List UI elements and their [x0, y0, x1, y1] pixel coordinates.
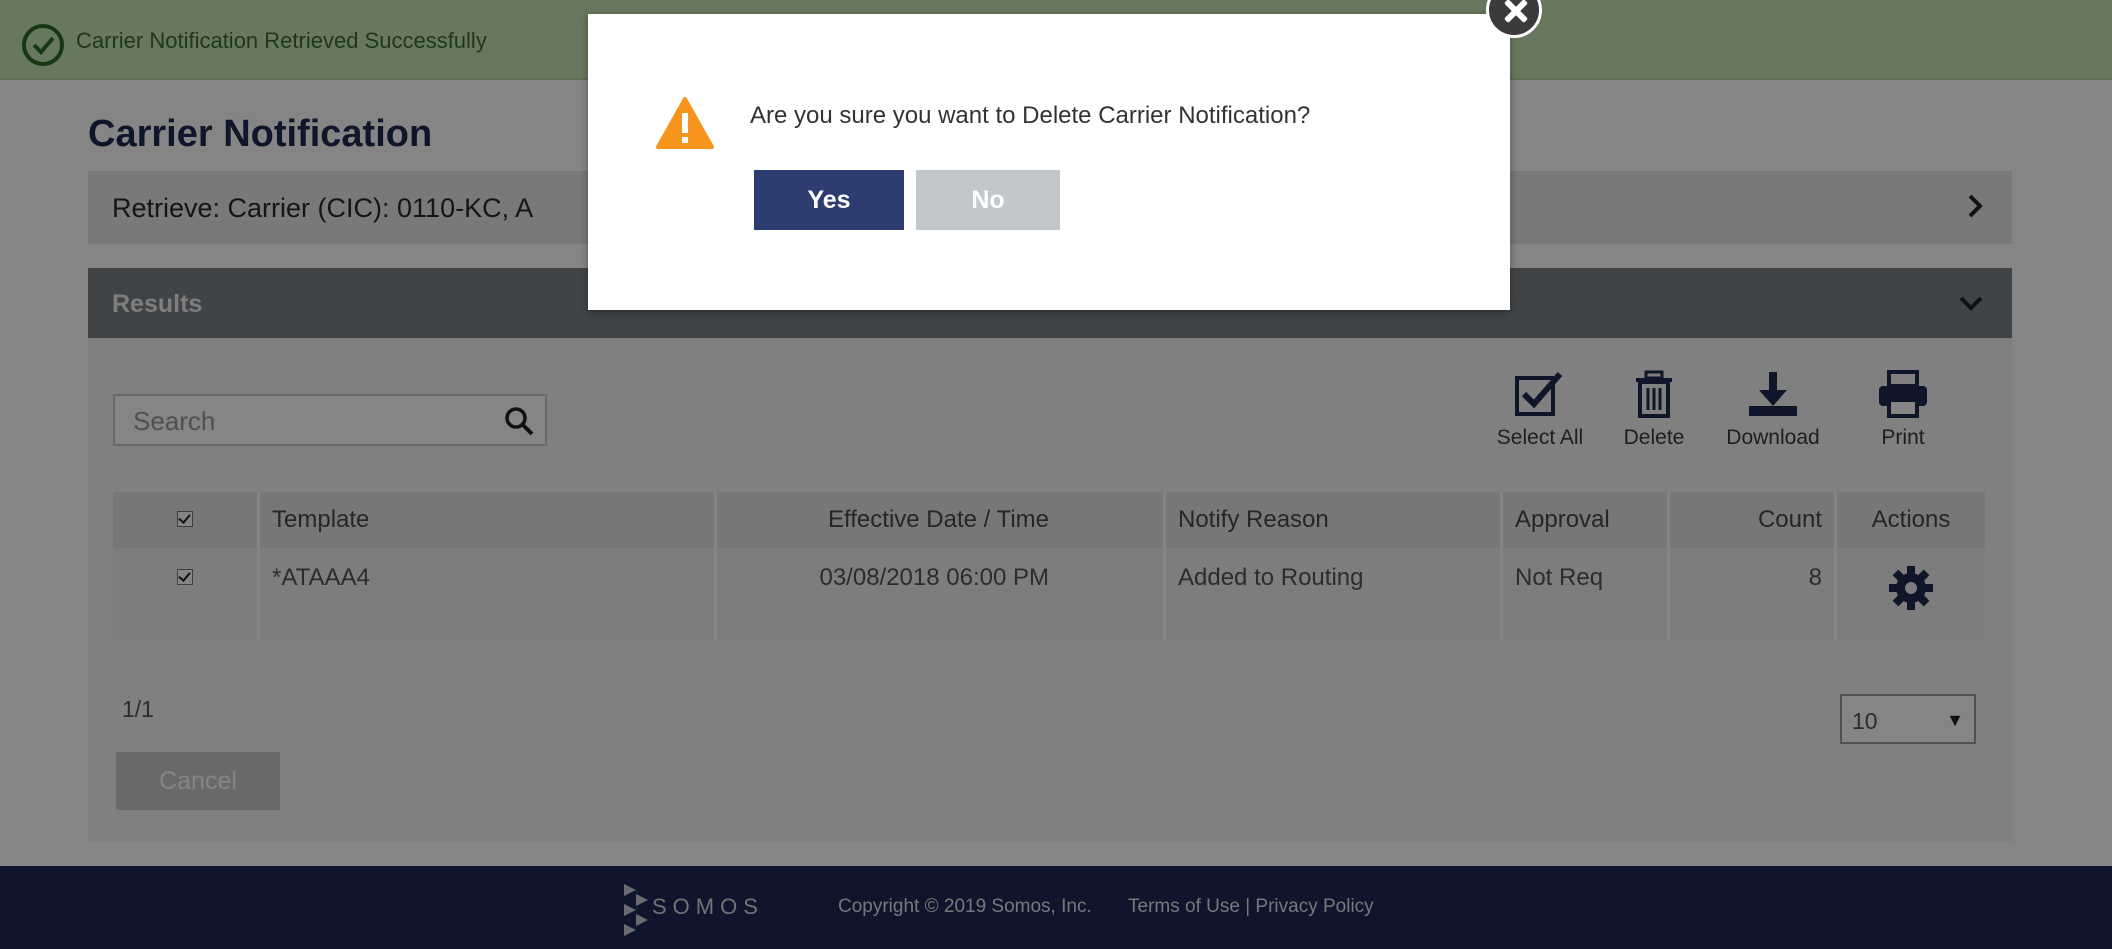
- no-button[interactable]: No: [916, 170, 1060, 230]
- yes-button[interactable]: Yes: [754, 170, 904, 230]
- delete-confirm-dialog: Are you sure you want to Delete Carrier …: [588, 14, 1510, 310]
- warning-icon: [656, 97, 714, 149]
- dialog-message: Are you sure you want to Delete Carrier …: [750, 102, 1311, 129]
- dialog-close-button[interactable]: [1486, 0, 1544, 40]
- close-icon[interactable]: [1486, 0, 1542, 38]
